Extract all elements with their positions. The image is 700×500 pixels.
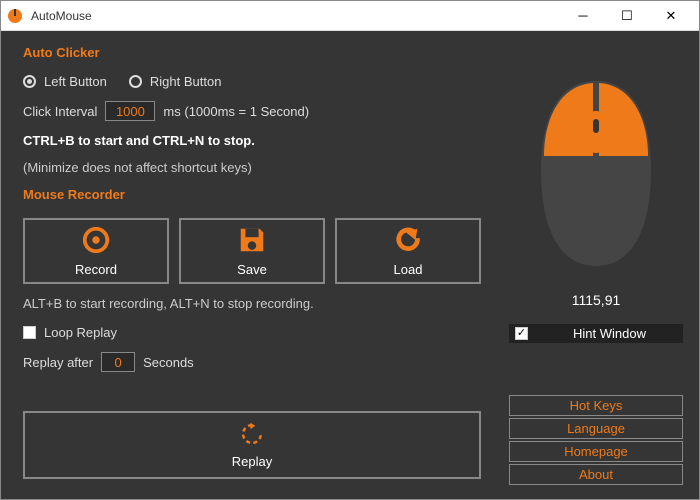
replay-after-input[interactable] [101, 352, 135, 372]
hot-keys-link[interactable]: Hot Keys [509, 395, 683, 416]
record-label: Record [75, 262, 117, 277]
titlebar: AutoMouse ─ ☐ ✕ [1, 1, 699, 31]
load-button[interactable]: Load [335, 218, 481, 284]
interval-row: Click Interval ms (1000ms = 1 Second) [23, 101, 481, 121]
app-icon [7, 8, 23, 24]
replay-label: Replay [232, 454, 272, 469]
seconds-label: Seconds [143, 355, 194, 370]
app-window: AutoMouse ─ ☐ ✕ Auto Clicker Left Button… [0, 0, 700, 500]
save-label: Save [237, 262, 267, 277]
minimize-button[interactable]: ─ [561, 2, 605, 30]
save-button[interactable]: Save [179, 218, 325, 284]
cursor-coords: 1115,91 [572, 292, 621, 308]
loop-replay-row: Loop Replay [23, 325, 481, 340]
click-interval-input[interactable] [105, 101, 155, 121]
clicker-shortcut-hint: CTRL+B to start and CTRL+N to stop. [23, 133, 481, 148]
mouse-graphic [526, 71, 666, 276]
save-icon [237, 225, 267, 258]
about-link[interactable]: About [509, 464, 683, 485]
language-link[interactable]: Language [509, 418, 683, 439]
replay-after-row: Replay after Seconds [23, 352, 481, 372]
window-title: AutoMouse [31, 9, 561, 23]
hint-window-checkbox[interactable] [515, 327, 528, 340]
recorder-button-row: Record Save Load [23, 218, 481, 284]
left-panel: Auto Clicker Left Button Right Button Cl… [1, 31, 499, 499]
right-panel: 1115,91 Hint Window Hot Keys Language Ho… [499, 31, 699, 499]
link-list: Hot Keys Language Homepage About [509, 395, 683, 485]
interval-suffix: ms (1000ms = 1 Second) [163, 104, 309, 119]
click-interval-label: Click Interval [23, 104, 97, 119]
replay-icon [239, 421, 265, 450]
right-button-label: Right Button [150, 74, 222, 89]
record-button[interactable]: Record [23, 218, 169, 284]
left-button-label: Left Button [44, 74, 107, 89]
recorder-shortcut-hint: ALT+B to start recording, ALT+N to stop … [23, 296, 323, 311]
mouse-recorder-header: Mouse Recorder [23, 187, 481, 202]
maximize-button[interactable]: ☐ [605, 2, 649, 30]
load-label: Load [394, 262, 423, 277]
loop-replay-checkbox[interactable] [23, 326, 36, 339]
close-button[interactable]: ✕ [649, 2, 693, 30]
load-icon [393, 225, 423, 258]
loop-replay-label: Loop Replay [44, 325, 117, 340]
left-button-radio[interactable] [23, 75, 36, 88]
hint-window-label: Hint Window [536, 326, 683, 341]
replay-after-label: Replay after [23, 355, 93, 370]
minimize-hint: (Minimize does not affect shortcut keys) [23, 160, 481, 175]
right-button-radio[interactable] [129, 75, 142, 88]
auto-clicker-header: Auto Clicker [23, 45, 481, 60]
record-icon [81, 225, 111, 258]
replay-button[interactable]: Replay [23, 411, 481, 479]
content-area: Auto Clicker Left Button Right Button Cl… [1, 31, 699, 499]
button-choice-row: Left Button Right Button [23, 74, 481, 89]
homepage-link[interactable]: Homepage [509, 441, 683, 462]
hint-window-row: Hint Window [509, 324, 683, 343]
